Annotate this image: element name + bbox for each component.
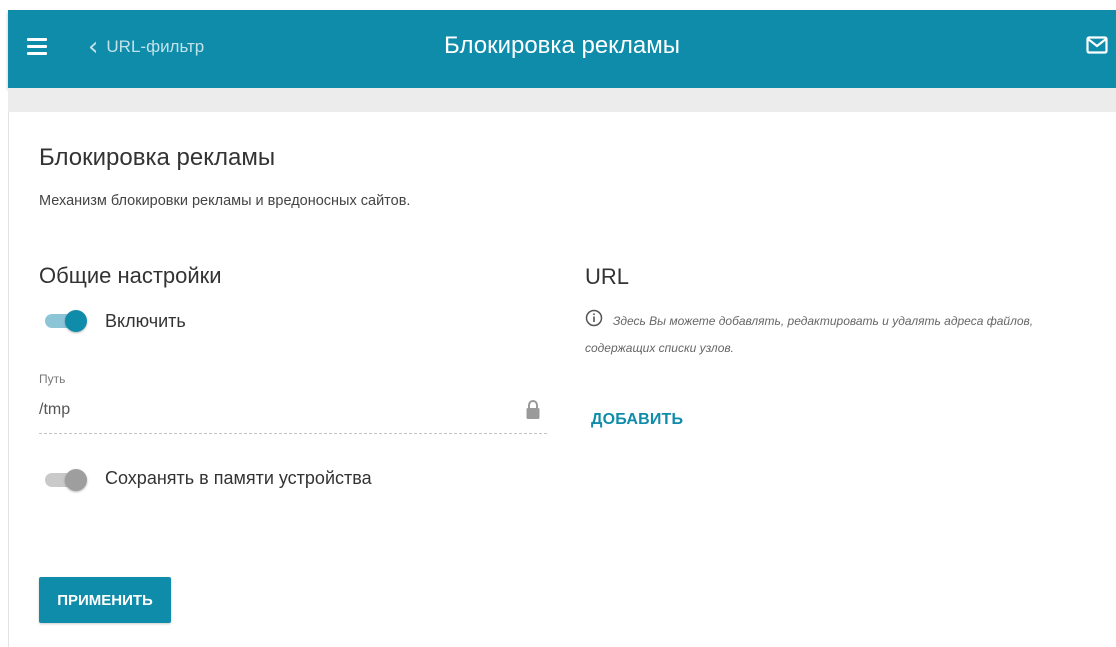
path-field-label: Путь [39, 372, 66, 386]
mail-icon[interactable] [1086, 36, 1108, 54]
header-divider-strip [8, 88, 1116, 112]
general-settings-heading: Общие настройки [39, 263, 222, 288]
add-url-button[interactable]: ДОБАВИТЬ [591, 411, 683, 429]
lock-icon [526, 400, 540, 419]
url-section-heading: URL [585, 264, 630, 289]
section-heading: Блокировка рекламы [39, 144, 276, 171]
path-input[interactable] [39, 398, 509, 422]
path-input-underline [39, 433, 547, 434]
enable-toggle[interactable] [41, 310, 87, 332]
top-app-bar: ‹ URL-фильтр Блокировка рекламы [8, 10, 1116, 88]
save-to-memory-toggle[interactable] [41, 469, 87, 491]
page-title: Блокировка рекламы [443, 32, 681, 59]
apply-button[interactable]: ПРИМЕНИТЬ [39, 577, 171, 623]
section-description: Механизм блокировки рекламы и вредоносны… [39, 193, 411, 209]
save-to-memory-label[interactable]: Сохранять в памяти устройства [105, 468, 372, 489]
url-info-text: Здесь Вы можете добавлять, редактировать… [585, 314, 1034, 355]
enable-toggle-label[interactable]: Включить [105, 311, 186, 332]
